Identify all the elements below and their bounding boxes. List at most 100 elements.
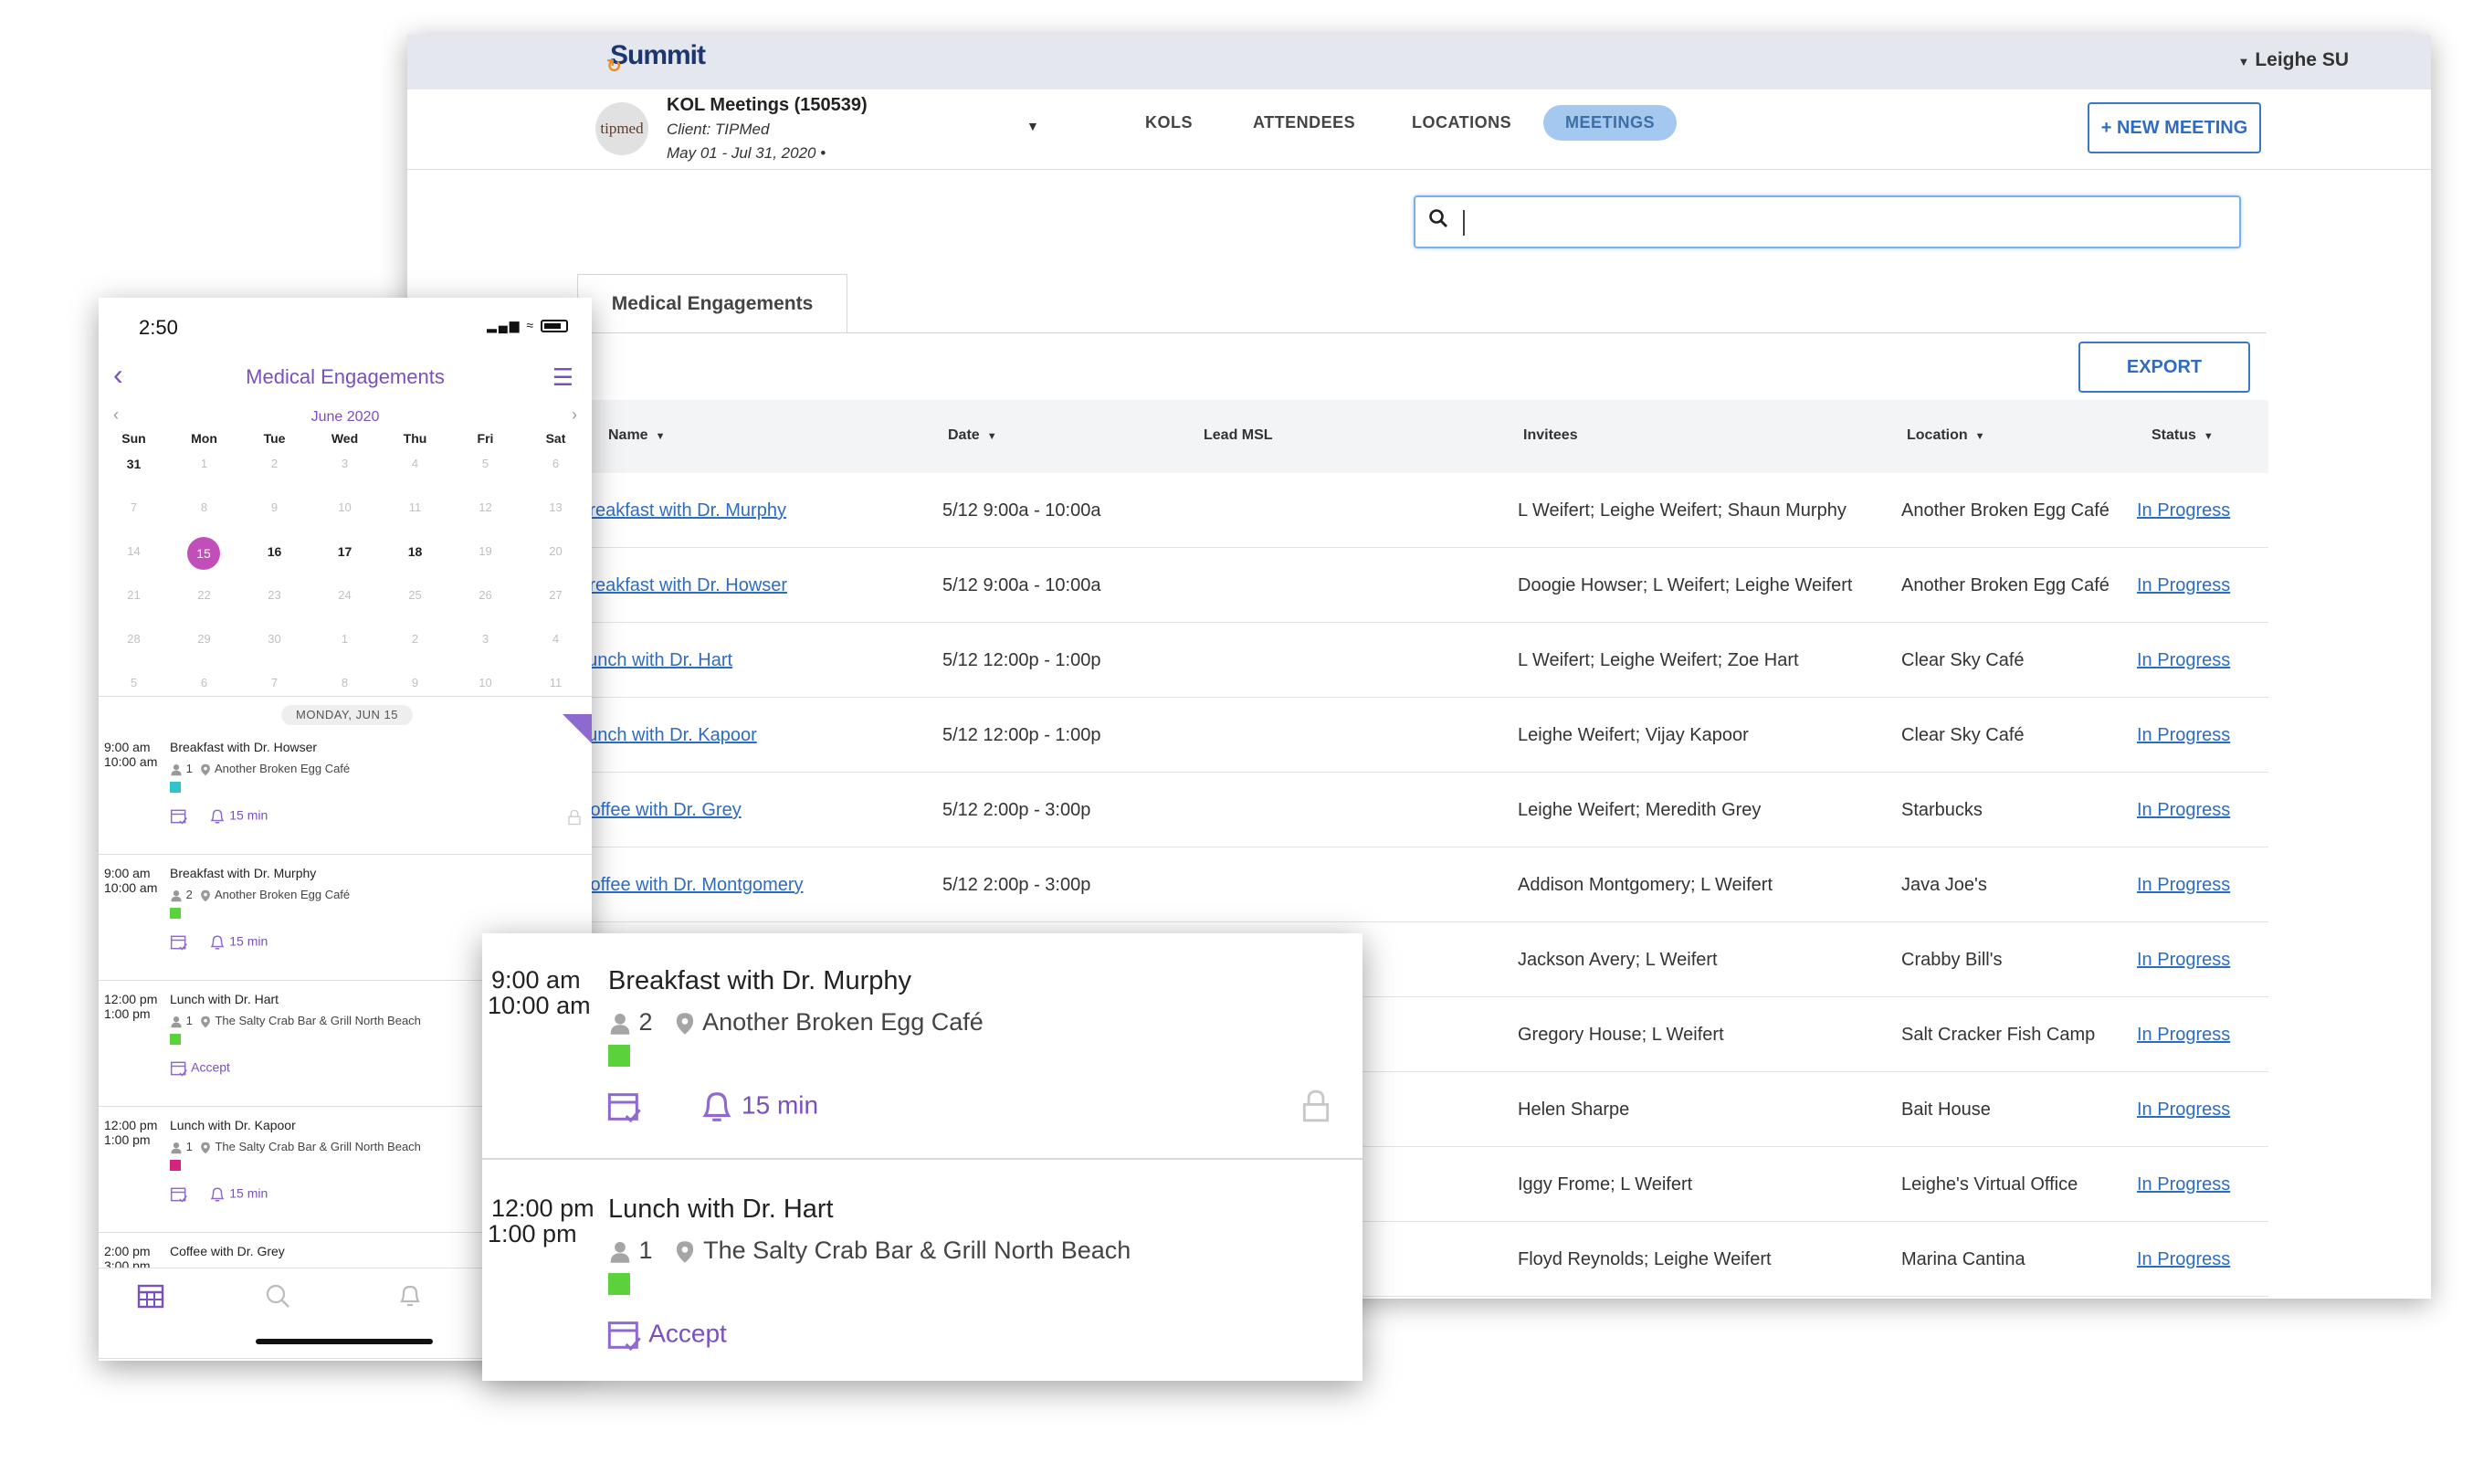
lock-icon[interactable]	[1299, 1089, 1333, 1123]
meeting-status-link[interactable]: In Progress	[2137, 1021, 2283, 1048]
calendar-day[interactable]: 10	[450, 676, 521, 689]
calendar-day[interactable]: 6	[521, 457, 591, 470]
bell-icon[interactable]	[209, 934, 226, 951]
meeting-name-link[interactable]: Coffee with Dr. Grey	[577, 796, 888, 824]
calendar-day[interactable]: 9	[239, 500, 310, 514]
calendar-day[interactable]: 11	[380, 500, 450, 514]
calendar-day[interactable]: 16	[239, 544, 310, 559]
calendar-day[interactable]: 27	[521, 588, 591, 602]
meeting-status-link[interactable]: In Progress	[2137, 1246, 2283, 1273]
meeting-status-link[interactable]: In Progress	[2137, 796, 2283, 824]
reminder-button[interactable]: 15 min	[170, 1185, 268, 1204]
calendar-day[interactable]: 29	[169, 632, 239, 646]
calendar-tab-icon[interactable]	[137, 1283, 164, 1309]
calendar-check-icon[interactable]	[606, 1089, 643, 1125]
lock-button[interactable]	[1299, 1089, 1333, 1123]
calendar-check-icon[interactable]	[170, 1185, 188, 1204]
calendar-day[interactable]: 4	[380, 457, 450, 470]
calendar-day[interactable]: 13	[521, 500, 591, 514]
calendar-day[interactable]: 21	[99, 588, 169, 602]
calendar-check-icon[interactable]	[170, 807, 188, 826]
accept-button[interactable]: Accept	[606, 1317, 727, 1353]
meeting-name-link[interactable]: Coffee with Dr. Montgomery	[577, 871, 888, 899]
calendar-day[interactable]: 2	[239, 457, 310, 470]
calendar-day[interactable]: 26	[450, 588, 521, 602]
calendar-day[interactable]: 1	[169, 457, 239, 470]
calendar-day[interactable]: 8	[310, 676, 380, 689]
calendar-day[interactable]: 1	[310, 632, 380, 646]
calendar-check-icon[interactable]	[170, 1059, 188, 1078]
project-dropdown-icon[interactable]: ▼	[1026, 119, 1039, 133]
calendar-day[interactable]: 14	[99, 544, 169, 558]
search-tab-icon[interactable]	[265, 1283, 290, 1309]
tab-locations[interactable]: LOCATIONS	[1412, 113, 1511, 132]
calendar-day[interactable]: 19	[450, 544, 521, 558]
search-input[interactable]	[1414, 195, 2241, 248]
calendar-day[interactable]: 3	[450, 632, 521, 646]
meeting-name-link[interactable]: Breakfast with Dr. Murphy	[577, 497, 888, 524]
export-button[interactable]: EXPORT	[2078, 342, 2250, 393]
meeting-status-link[interactable]: In Progress	[2137, 1171, 2283, 1198]
calendar-day[interactable]: 20	[521, 544, 591, 558]
next-month-icon[interactable]: ›	[572, 405, 577, 425]
notifications-tab-icon[interactable]	[398, 1283, 422, 1309]
meeting-status-link[interactable]: In Progress	[2137, 946, 2283, 974]
calendar-day[interactable]: 30	[239, 632, 310, 646]
user-menu[interactable]: ▼ Leighe SU	[2237, 49, 2349, 71]
new-meeting-button[interactable]: + NEW MEETING	[2088, 102, 2261, 153]
meeting-status-link[interactable]: In Progress	[2137, 721, 2283, 749]
bell-icon[interactable]	[209, 1186, 226, 1203]
calendar-day[interactable]: 25	[380, 588, 450, 602]
meeting-status-link[interactable]: In Progress	[2137, 572, 2283, 599]
meeting-status-link[interactable]: In Progress	[2137, 497, 2283, 524]
col-status[interactable]: Status ▼	[2152, 427, 2214, 444]
meeting-name-link[interactable]: Breakfast with Dr. Howser	[577, 572, 888, 599]
calendar-day[interactable]: 10	[310, 500, 380, 514]
reminder-button[interactable]: 15 min	[170, 807, 268, 826]
meeting-status-link[interactable]: In Progress	[2137, 871, 2283, 899]
tab-attendees[interactable]: ATTENDEES	[1253, 113, 1355, 132]
filter-icon[interactable]: ☰	[552, 363, 573, 392]
tab-meetings[interactable]: MEETINGS	[1543, 105, 1678, 141]
tab-medical-engagements[interactable]: Medical Engagements	[577, 274, 847, 332]
calendar-day[interactable]: 6	[169, 676, 239, 689]
summit-logo[interactable]: ↻ Summit	[606, 40, 706, 77]
zoomed-event-item[interactable]: 9:00 am 10:00 am Breakfast with Dr. Murphy…	[482, 933, 1362, 1160]
meeting-status-link[interactable]: In Progress	[2137, 1096, 2283, 1123]
calendar-day[interactable]: 5	[450, 457, 521, 470]
calendar-day[interactable]: 3	[310, 457, 380, 470]
meeting-name-link[interactable]: Lunch with Dr. Kapoor	[577, 721, 888, 749]
calendar-day[interactable]: 8	[169, 500, 239, 514]
calendar-day[interactable]: 4	[521, 632, 591, 646]
calendar-day[interactable]: 7	[239, 676, 310, 689]
lock-icon[interactable]	[566, 809, 583, 826]
calendar-check-icon[interactable]	[170, 933, 188, 952]
reminder-button[interactable]: 15 min	[170, 933, 268, 952]
col-name[interactable]: Name ▼	[608, 427, 665, 444]
col-date[interactable]: Date ▼	[948, 427, 997, 444]
calendar-day[interactable]: 2	[380, 632, 450, 646]
calendar-day[interactable]: 22	[169, 588, 239, 602]
calendar-day[interactable]: 7	[99, 500, 169, 514]
calendar-day[interactable]: 9	[380, 676, 450, 689]
calendar-day[interactable]: 24	[310, 588, 380, 602]
calendar-day[interactable]: 31	[99, 457, 169, 471]
meeting-status-link[interactable]: In Progress	[2137, 647, 2283, 674]
lock-button[interactable]	[566, 809, 583, 826]
zoomed-event-item[interactable]: 12:00 pm 1:00 pm Lunch with Dr. Hart 1 The…	[482, 1162, 1362, 1388]
calendar-day[interactable]: 5	[99, 676, 169, 689]
reminder-button[interactable]: 15 min	[606, 1089, 818, 1125]
calendar-day[interactable]: 23	[239, 588, 310, 602]
calendar-day-selected[interactable]: 15	[187, 537, 220, 570]
tab-kols[interactable]: KOLS	[1145, 113, 1193, 132]
calendar-day[interactable]: 12	[450, 500, 521, 514]
calendar-day[interactable]: 17	[310, 544, 380, 559]
meeting-name-link[interactable]: Lunch with Dr. Hart	[577, 647, 888, 674]
calendar-day[interactable]: 11	[521, 676, 591, 689]
col-location[interactable]: Location ▼	[1907, 427, 1985, 444]
calendar-day[interactable]: 28	[99, 632, 169, 646]
bell-icon[interactable]	[700, 1089, 734, 1124]
calendar-day[interactable]: 18	[380, 544, 450, 559]
calendar-check-icon[interactable]	[606, 1317, 643, 1353]
bell-icon[interactable]	[209, 808, 226, 825]
